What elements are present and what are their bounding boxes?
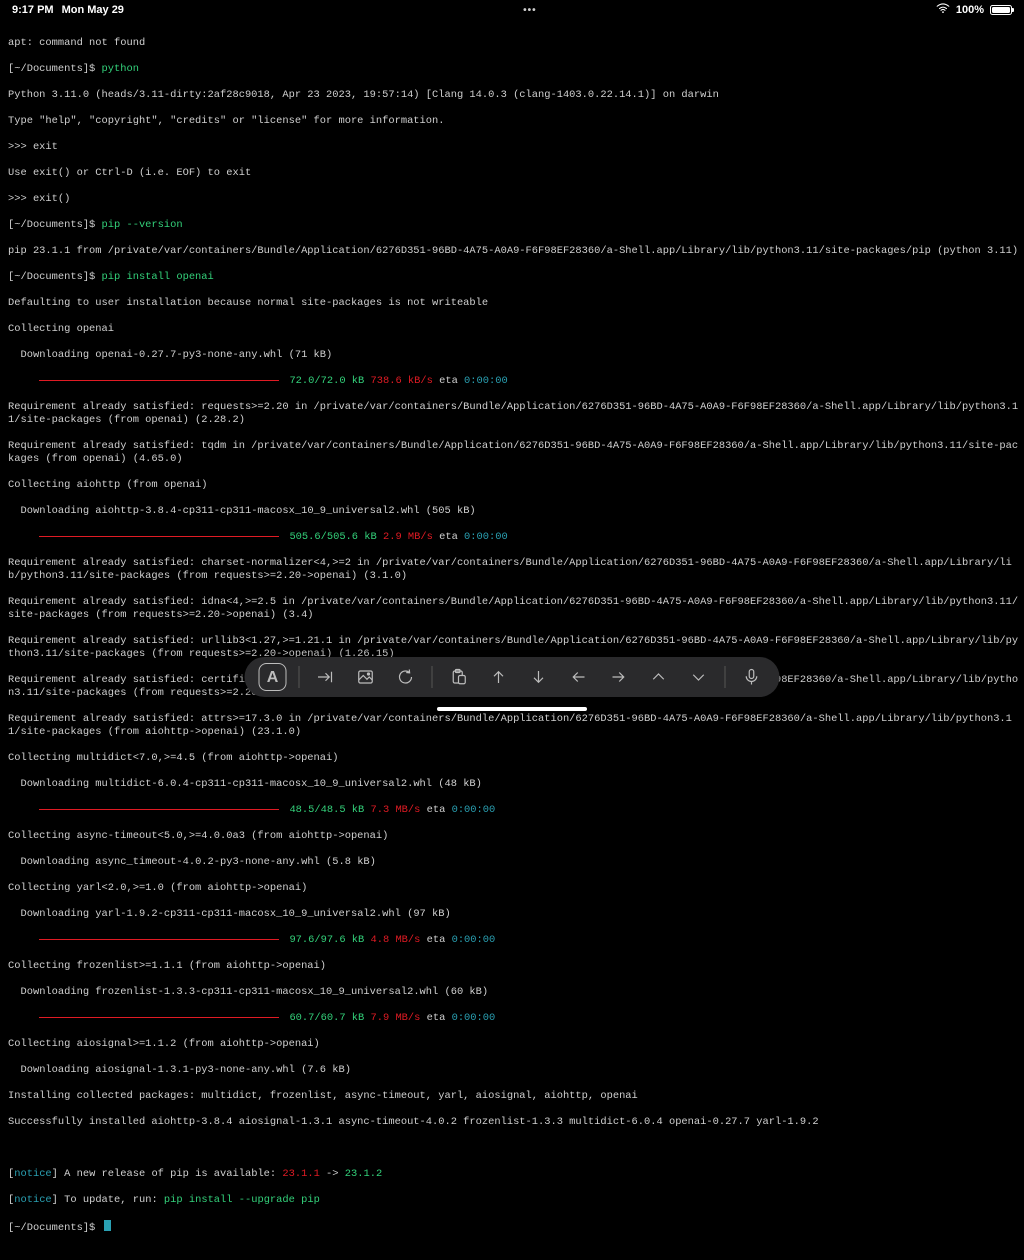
term-line: Type "help", "copyright", "credits" or "… xyxy=(8,115,1020,128)
status-time: 9:17 PM xyxy=(12,4,54,17)
term-line: Requirement already satisfied: requests>… xyxy=(8,401,1020,427)
keyboard-toolbar: A xyxy=(245,657,780,697)
progress-line: 97.6/97.6 kB 4.8 MB/s eta 0:00:00 xyxy=(8,934,1020,947)
arrow-up-button[interactable] xyxy=(485,663,513,691)
term-line: Requirement already satisfied: tqdm in /… xyxy=(8,440,1020,466)
term-line: Downloading aiohttp-3.8.4-cp311-cp311-ma… xyxy=(8,505,1020,518)
toolbar-separator xyxy=(725,666,726,688)
toolbar-separator xyxy=(432,666,433,688)
term-line: Collecting openai xyxy=(8,323,1020,336)
term-line: pip 23.1.1 from /private/var/containers/… xyxy=(8,245,1020,258)
term-line: Collecting frozenlist>=1.1.1 (from aioht… xyxy=(8,960,1020,973)
term-line: Collecting multidict<7.0,>=4.5 (from aio… xyxy=(8,752,1020,765)
notice-line: [notice] A new release of pip is availab… xyxy=(8,1168,1020,1181)
term-line: [~/Documents]$ pip install openai xyxy=(8,271,1020,284)
term-line: Installing collected packages: multidict… xyxy=(8,1090,1020,1103)
wifi-icon xyxy=(936,2,950,18)
refresh-button[interactable] xyxy=(392,663,420,691)
term-line: Defaulting to user installation because … xyxy=(8,297,1020,310)
term-line: Downloading frozenlist-1.3.3-cp311-cp311… xyxy=(8,986,1020,999)
term-line: [~/Documents]$ pip --version xyxy=(8,219,1020,232)
term-line: Collecting aiosignal>=1.1.2 (from aiohtt… xyxy=(8,1038,1020,1051)
term-line: Use exit() or Ctrl-D (i.e. EOF) to exit xyxy=(8,167,1020,180)
term-line: Requirement already satisfied: charset-n… xyxy=(8,557,1020,583)
term-line: apt: command not found xyxy=(8,37,1020,50)
term-line: Collecting async-timeout<5.0,>=4.0.0a3 (… xyxy=(8,830,1020,843)
image-button[interactable] xyxy=(352,663,380,691)
battery-icon xyxy=(990,5,1012,15)
status-center-dots[interactable]: ••• xyxy=(523,4,537,17)
term-line: Successfully installed aiohttp-3.8.4 aio… xyxy=(8,1116,1020,1129)
status-date: Mon May 29 xyxy=(62,4,124,17)
battery-percent: 100% xyxy=(956,4,984,17)
microphone-button[interactable] xyxy=(738,663,766,691)
progress-line: 60.7/60.7 kB 7.9 MB/s eta 0:00:00 xyxy=(8,1012,1020,1025)
progress-line: 72.0/72.0 kB 738.6 kB/s eta 0:00:00 xyxy=(8,375,1020,388)
terminal-output[interactable]: apt: command not found [~/Documents]$ py… xyxy=(8,24,1020,1248)
status-bar: 9:17 PM Mon May 29 ••• 100% xyxy=(0,0,1024,20)
progress-line: 505.6/505.6 kB 2.9 MB/s eta 0:00:00 xyxy=(8,531,1020,544)
term-line xyxy=(8,1142,1020,1155)
progress-line: 48.5/48.5 kB 7.3 MB/s eta 0:00:00 xyxy=(8,804,1020,817)
chevron-down-button[interactable] xyxy=(685,663,713,691)
toolbar-separator xyxy=(299,666,300,688)
term-line: Collecting yarl<2.0,>=1.0 (from aiohttp-… xyxy=(8,882,1020,895)
term-line: Collecting aiohttp (from openai) xyxy=(8,479,1020,492)
paste-button[interactable] xyxy=(445,663,473,691)
term-line: Requirement already satisfied: attrs>=17… xyxy=(8,713,1020,739)
term-line: Downloading aiosignal-1.3.1-py3-none-any… xyxy=(8,1064,1020,1077)
home-indicator[interactable] xyxy=(437,707,587,711)
prompt-line: [~/Documents]$ xyxy=(8,1220,1020,1235)
arrow-down-button[interactable] xyxy=(525,663,553,691)
term-line: Downloading multidict-6.0.4-cp311-cp311-… xyxy=(8,778,1020,791)
autocomplete-button[interactable]: A xyxy=(259,663,287,691)
arrow-right-button[interactable] xyxy=(605,663,633,691)
term-line: Requirement already satisfied: idna<4,>=… xyxy=(8,596,1020,622)
term-line: >>> exit() xyxy=(8,193,1020,206)
chevron-up-button[interactable] xyxy=(645,663,673,691)
term-line: [~/Documents]$ python xyxy=(8,63,1020,76)
arrow-left-button[interactable] xyxy=(565,663,593,691)
term-line: >>> exit xyxy=(8,141,1020,154)
term-line: Python 3.11.0 (heads/3.11-dirty:2af28c90… xyxy=(8,89,1020,102)
tab-key-button[interactable] xyxy=(312,663,340,691)
term-line: Downloading async_timeout-4.0.2-py3-none… xyxy=(8,856,1020,869)
term-line: Downloading openai-0.27.7-py3-none-any.w… xyxy=(8,349,1020,362)
cursor-icon xyxy=(104,1220,111,1231)
notice-line: [notice] To update, run: pip install --u… xyxy=(8,1194,1020,1207)
term-line: Downloading yarl-1.9.2-cp311-cp311-macos… xyxy=(8,908,1020,921)
